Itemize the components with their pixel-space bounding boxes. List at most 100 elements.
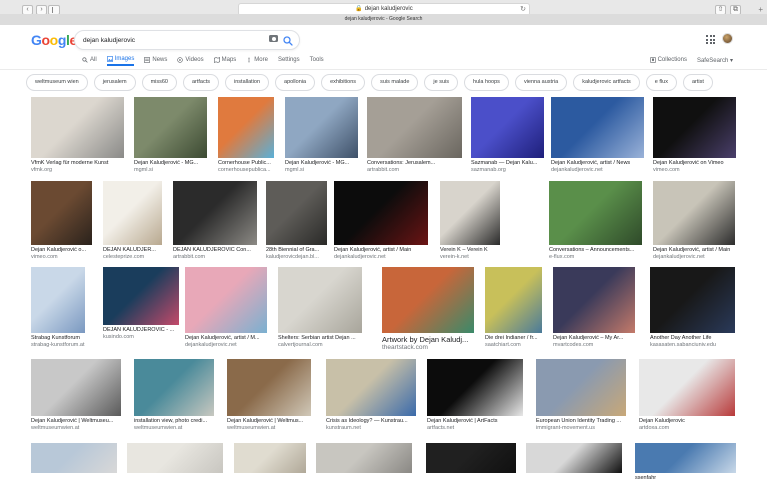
image-result[interactable]: European Union Identity Trading ... immig… — [536, 359, 626, 432]
result-source[interactable]: mgml.si — [285, 167, 358, 174]
result-source[interactable]: artrabbit.com — [367, 167, 462, 174]
result-source[interactable]: artdoxa.com — [639, 425, 735, 432]
image-result[interactable]: ssenfahr — [635, 443, 736, 482]
result-title[interactable]: Dejan Kaludjerović – My Ar... — [553, 335, 635, 342]
tab-tools[interactable]: Tools — [310, 54, 324, 66]
result-thumbnail[interactable] — [326, 359, 416, 416]
image-result[interactable]: Dejan Kaludjerović o... vimeo.com — [31, 181, 92, 261]
result-source[interactable]: vimeo.com — [653, 167, 736, 174]
image-result[interactable]: 28th Biennial of Gra... kaludjerovicdejan… — [266, 181, 327, 261]
result-source[interactable]: vimeo.com — [31, 254, 92, 261]
result-thumbnail[interactable] — [551, 97, 644, 158]
chip[interactable]: je suis — [424, 74, 459, 91]
collections-button[interactable]: Collections — [649, 54, 687, 66]
image-result[interactable] — [526, 443, 622, 473]
result-thumbnail[interactable] — [639, 359, 735, 416]
result-title[interactable]: Die drei Indianer / fr... — [485, 335, 542, 342]
result-thumbnail[interactable] — [31, 359, 121, 416]
image-result[interactable]: installation view, photo credi... weltmus… — [134, 359, 214, 432]
search-button[interactable] — [282, 34, 294, 46]
result-source[interactable]: weltmuseumwien.at — [227, 425, 311, 432]
image-result[interactable]: Dejan Kaludjerović | ArtFacts artfacts.ne… — [427, 359, 523, 432]
image-result[interactable]: Conversations: Jerusalem... artrabbit.com — [367, 97, 462, 174]
image-result[interactable]: Dejan Kaludjerović | Weltmuseu... weltmus… — [31, 359, 121, 432]
tab-images[interactable]: Images — [106, 54, 135, 66]
result-thumbnail[interactable] — [653, 97, 736, 158]
result-source[interactable]: artfacts.net — [427, 425, 523, 432]
image-result[interactable] — [426, 443, 516, 473]
result-source[interactable]: kaludjerovicdejan.bl... — [266, 254, 327, 261]
chip[interactable]: jerusalem — [93, 74, 136, 91]
result-source[interactable]: kasasaten.sabanciuniv.edu — [650, 342, 735, 349]
result-title[interactable]: Dejan Kaludjerović - MG... — [285, 160, 358, 167]
chip[interactable]: apollonia — [275, 74, 316, 91]
image-result[interactable]: DEJAN KALUDJEROVIĆ - ... kusindo.com — [103, 267, 179, 341]
result-title[interactable]: Conversations – Announcements... — [549, 247, 642, 254]
result-title[interactable]: DEJAN KALUDJEROVIĆ Con... — [173, 247, 257, 254]
result-source[interactable]: saatchiart.com — [485, 342, 542, 349]
image-result[interactable]: DEJAN KALUDJER... celesteprize.com — [103, 181, 162, 261]
avatar[interactable] — [722, 33, 733, 44]
result-title[interactable]: DEJAN KALUDJER... — [103, 247, 162, 254]
result-source[interactable]: celesteprize.com — [103, 254, 162, 261]
image-result[interactable]: Dejan Kaludjerović on Vimeo vimeo.com — [653, 97, 736, 174]
result-title[interactable]: Dejan Kaludjerović, artist / News — [551, 160, 644, 167]
result-thumbnail[interactable] — [127, 443, 223, 473]
result-title[interactable]: ssenfahr — [635, 475, 736, 482]
result-source[interactable]: theartstack.com — [382, 344, 474, 352]
result-thumbnail[interactable] — [471, 97, 544, 158]
chip[interactable]: installation — [225, 74, 270, 91]
image-result[interactable]: Dejan Kaludjerović, artist / Main dejanka… — [653, 181, 735, 261]
result-thumbnail[interactable] — [635, 443, 736, 473]
chip[interactable]: exhibitions — [321, 74, 366, 91]
image-result[interactable]: DEJAN KALUDJEROVIĆ Con... artrabbit.com — [173, 181, 257, 261]
google-logo[interactable]: Google — [31, 32, 77, 48]
result-thumbnail[interactable] — [31, 97, 124, 158]
result-thumbnail[interactable] — [266, 181, 327, 245]
result-thumbnail[interactable] — [134, 97, 207, 158]
new-tab-icon[interactable]: + — [758, 5, 763, 14]
image-result[interactable]: Dejan Kaludjerović, artist / Main dejanka… — [334, 181, 428, 261]
result-thumbnail[interactable] — [334, 181, 428, 245]
result-source[interactable]: weltmuseumwien.at — [134, 425, 214, 432]
result-thumbnail[interactable] — [485, 267, 542, 333]
result-thumbnail[interactable] — [31, 443, 117, 473]
image-result[interactable]: Dejan Kaludjerovic artdoxa.com — [639, 359, 735, 432]
result-thumbnail[interactable] — [103, 267, 179, 325]
result-source[interactable]: calvertjournal.com — [278, 342, 362, 349]
chip[interactable]: vienna austria — [514, 74, 568, 91]
result-source[interactable]: strabag-kunstforum.at — [31, 342, 85, 349]
result-title[interactable]: Dejan Kaludjerović, artist / Main — [334, 247, 428, 254]
image-result[interactable]: Artwork by Dejan Kaludj... theartstack.co… — [382, 267, 474, 352]
result-thumbnail[interactable] — [536, 359, 626, 416]
image-result[interactable]: Shelters: Serbian artist Dejan ... calver… — [278, 267, 362, 349]
result-thumbnail[interactable] — [173, 181, 257, 245]
image-result[interactable]: Another Day Another Life kasasaten.sabanc… — [650, 267, 735, 349]
image-result[interactable]: Verein K – Verein Kverein-k.net — [440, 181, 500, 261]
result-title[interactable]: 28th Biennial of Gra... — [266, 247, 327, 254]
chip[interactable]: artfacts — [182, 74, 220, 91]
tab-news[interactable]: News — [144, 54, 167, 66]
result-source[interactable]: vfmk.org — [31, 167, 124, 174]
image-result[interactable]: Dejan Kaludjerović, artist / News dejanka… — [551, 97, 644, 174]
result-source[interactable]: dejankaludjerovic.net — [653, 254, 735, 261]
result-title[interactable]: Artwork by Dejan Kaludj... — [382, 335, 474, 344]
result-thumbnail[interactable] — [134, 359, 214, 416]
image-result[interactable]: Cornerhouse Public... cornerhousepublica.… — [218, 97, 274, 174]
result-title[interactable]: Cornerhouse Public... — [218, 160, 274, 167]
result-title[interactable]: Crisis as Ideology? — Kunstrau... — [326, 418, 416, 425]
result-title[interactable]: Dejan Kaludjerović | Weltmuseu... — [31, 418, 121, 425]
result-title[interactable]: Dejan Kaludjerović o... — [31, 247, 92, 254]
result-thumbnail[interactable] — [553, 267, 635, 333]
image-result[interactable]: Strabag Kunstforum strabag-kunstforum.at — [31, 267, 85, 349]
tab-all[interactable]: All — [82, 54, 97, 66]
result-thumbnail[interactable] — [103, 181, 162, 245]
result-title[interactable]: Dejan Kaludjerović on Vimeo — [653, 160, 736, 167]
search-input[interactable] — [83, 34, 263, 47]
tab-settings[interactable]: Settings — [278, 54, 300, 66]
tab-maps[interactable]: Maps — [213, 54, 236, 66]
image-result[interactable] — [234, 443, 306, 473]
chip[interactable]: hula hoops — [464, 74, 509, 91]
image-result[interactable]: Die drei Indianer / fr... saatchiart.com — [485, 267, 542, 349]
image-result[interactable] — [316, 443, 412, 473]
